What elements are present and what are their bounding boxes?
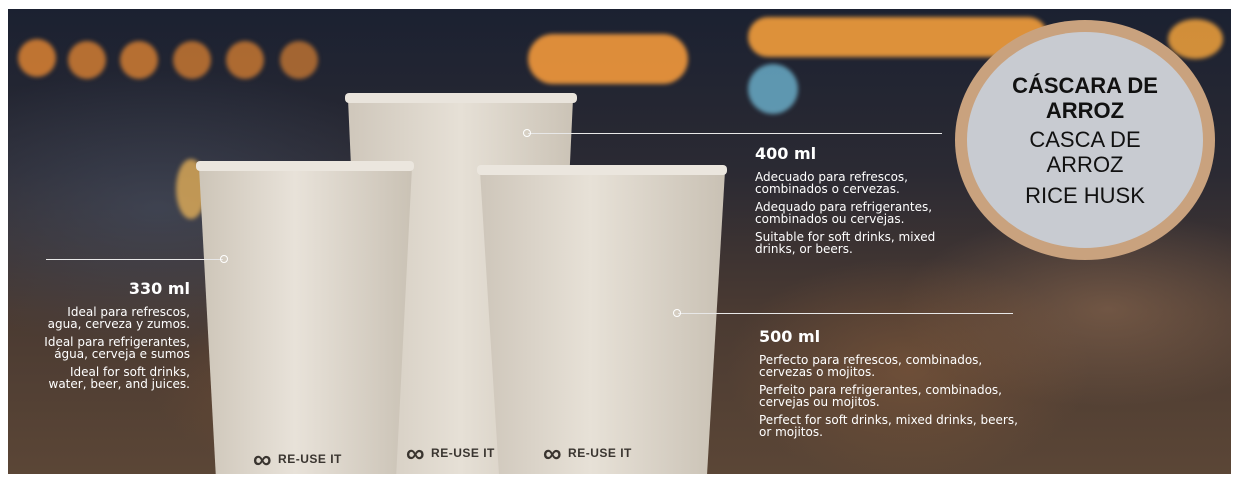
desc-400-en: Suitable for soft drinks, mixed drinks, … — [755, 230, 936, 256]
size-330: 330 ml — [128, 279, 190, 298]
bokeh-light — [226, 41, 264, 79]
desc-400-es: Adecuado para refrescos, combinados o ce… — [755, 170, 908, 196]
desc-500-en: Perfect for soft drinks, mixed drinks, b… — [759, 413, 1018, 439]
material-badge-inner: CÁSCARA DE ARROZ CASCA DE ARROZ RICE HUS… — [967, 32, 1203, 248]
cup-330ml — [194, 159, 416, 474]
label-400ml: 400 ml Adecuado para refrescos, combinad… — [755, 144, 955, 261]
bokeh-light — [748, 64, 798, 114]
label-500ml: 500 ml Perfecto para refrescos, combinad… — [759, 327, 1019, 444]
callout-dot-500 — [673, 309, 681, 317]
bokeh-light — [280, 41, 318, 79]
brand-logo: ∞ RE-USE IT — [543, 438, 632, 468]
material-es: CÁSCARA DE ARROZ — [1012, 72, 1158, 123]
material-pt: CASCA DE ARROZ — [1029, 126, 1141, 177]
size-500: 500 ml — [759, 327, 821, 346]
callout-line-500 — [678, 313, 1013, 314]
desc-330-es: Ideal para refrescos, agua, cerveza y zu… — [47, 305, 190, 331]
brand-logo: ∞ RE-USE IT — [253, 444, 342, 474]
callout-dot-400 — [523, 129, 531, 137]
callout-line-330 — [46, 259, 223, 260]
desc-400-pt: Adequado para refrigerantes, combinados … — [755, 200, 933, 226]
material-en: RICE HUSK — [1025, 182, 1145, 208]
size-400: 400 ml — [755, 144, 817, 163]
bokeh-light — [18, 39, 56, 77]
desc-500-es: Perfecto para refrescos, combinados, cer… — [759, 353, 983, 379]
infinity-icon: ∞ — [543, 438, 563, 468]
material-badge: CÁSCARA DE ARROZ CASCA DE ARROZ RICE HUS… — [955, 20, 1215, 260]
infinity-icon: ∞ — [253, 444, 273, 474]
bokeh-light — [68, 41, 106, 79]
bokeh-light — [120, 41, 158, 79]
label-330ml: 330 ml Ideal para refrescos, agua, cerve… — [38, 279, 190, 396]
desc-330-en: Ideal for soft drinks, water, beer, and … — [48, 365, 190, 391]
desc-500-pt: Perfeito para refrigerantes, combinados,… — [759, 383, 1002, 409]
desc-330-pt: Ideal para refrigerantes, água, cerveja … — [44, 335, 190, 361]
bokeh-light — [1168, 19, 1223, 59]
callout-dot-330 — [220, 255, 228, 263]
bokeh-light — [528, 34, 688, 84]
callout-line-400 — [528, 133, 942, 134]
cup-500ml — [475, 163, 730, 474]
bokeh-light — [173, 41, 211, 79]
